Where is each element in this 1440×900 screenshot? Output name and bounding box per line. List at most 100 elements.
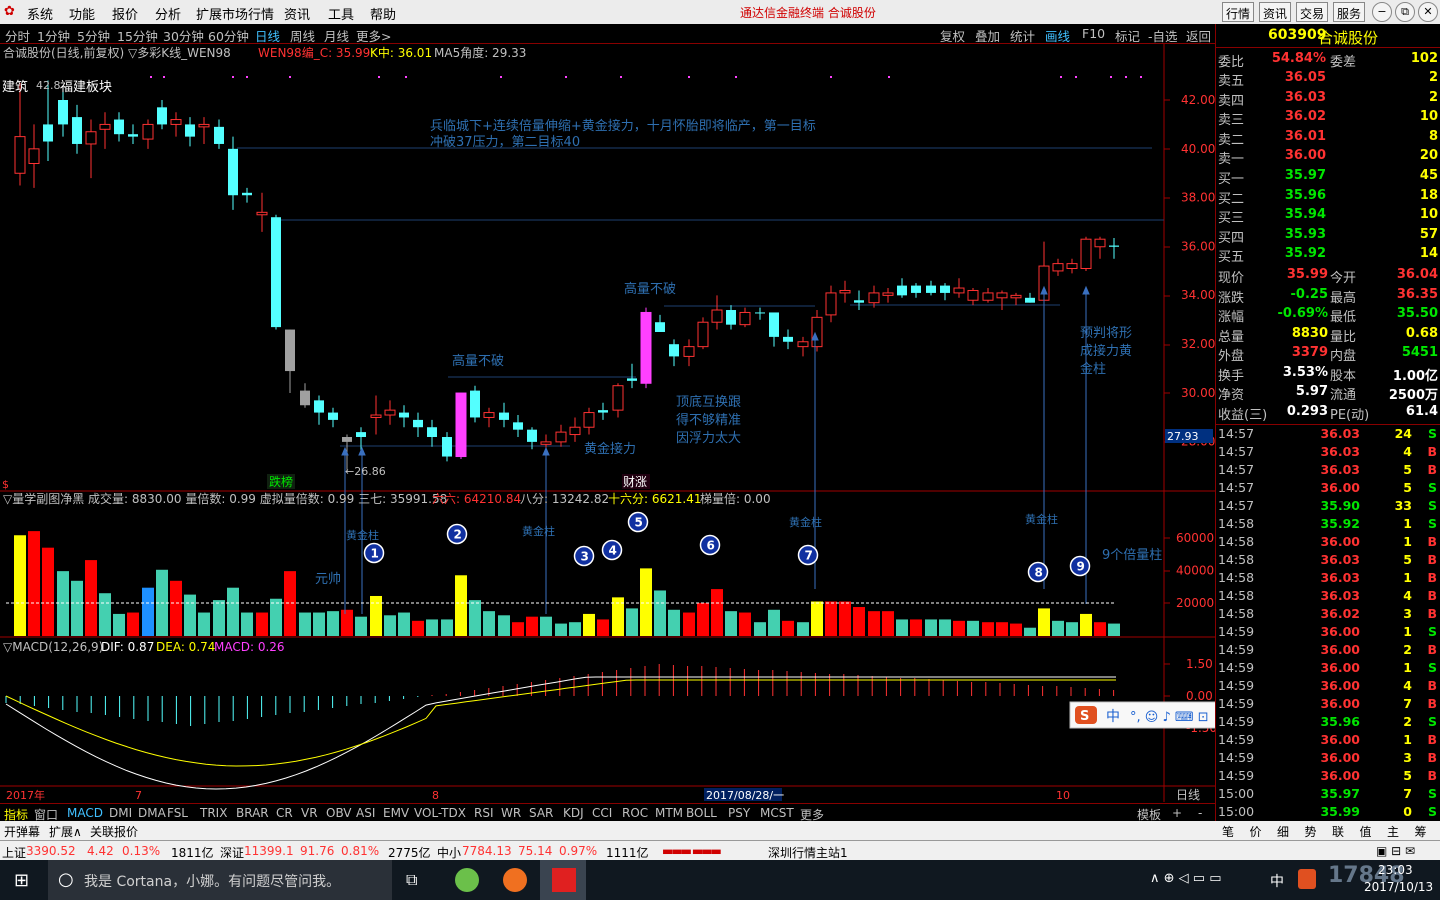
volume-bar[interactable]	[498, 615, 510, 636]
indicator-tab[interactable]: CCI	[592, 806, 612, 820]
status-icons[interactable]: ▣ ⊟ ✉	[1376, 844, 1415, 858]
ask-row[interactable]: 卖三 36.02 10	[1216, 108, 1440, 128]
windows-start-icon[interactable]: ⊞	[14, 870, 29, 891]
bid-row[interactable]: 买二 35.96 18	[1216, 187, 1440, 207]
ask-row[interactable]: 卖二 36.01 8	[1216, 128, 1440, 148]
volume-bar[interactable]	[441, 619, 453, 636]
tab-guanlian[interactable]: 关联报价	[90, 823, 138, 840]
indicator-tab[interactable]: ROC	[622, 806, 648, 820]
right-tab[interactable]: 势	[1305, 823, 1317, 840]
indicator-tab[interactable]: VR	[301, 806, 318, 820]
volume-bar[interactable]	[284, 571, 296, 636]
indicator-tab[interactable]: KDJ	[563, 806, 584, 820]
sz-index[interactable]: 11399.1	[244, 844, 294, 858]
tool-f10[interactable]: F10	[1082, 26, 1105, 41]
tick-row[interactable]: 14:57 36.03 24 S	[1216, 425, 1440, 443]
volume-bar[interactable]	[227, 587, 239, 636]
volume-bar[interactable]	[198, 612, 210, 636]
menu-news[interactable]: 资讯	[284, 4, 310, 23]
tick-row[interactable]: 14:59 36.00 7 B	[1216, 695, 1440, 713]
indicator-tab[interactable]: DMI	[109, 806, 132, 820]
tool-fanhui[interactable]: 返回	[1186, 26, 1211, 45]
period-weekly[interactable]: 周线	[290, 26, 315, 45]
kline-candle[interactable]	[470, 385, 480, 423]
volume-bar[interactable]	[327, 611, 339, 636]
menu-system[interactable]: 系统	[27, 4, 53, 23]
close-icon[interactable]: ✕	[1418, 2, 1438, 22]
tick-row[interactable]: 14:58 36.03 1 B	[1216, 569, 1440, 587]
bid-row[interactable]: 买五 35.92 14	[1216, 245, 1440, 265]
tool-fuquan[interactable]: 复权	[940, 26, 965, 45]
kline-candle[interactable]	[271, 214, 281, 330]
period-1min[interactable]: 1分钟	[37, 26, 70, 45]
volume-bar[interactable]	[299, 612, 311, 636]
volume-bar[interactable]	[127, 612, 139, 636]
tick-row[interactable]: 14:59 36.00 4 B	[1216, 677, 1440, 695]
volume-bar[interactable]	[512, 622, 524, 636]
volume-bar[interactable]	[313, 612, 325, 636]
volume-bar[interactable]	[28, 531, 40, 636]
server-name[interactable]: 深圳行情主站1	[768, 844, 848, 861]
right-tab[interactable]: 筹	[1415, 823, 1427, 840]
indicator-tab[interactable]: MACD	[67, 806, 103, 820]
tag-caizhang[interactable]: 财涨	[623, 474, 647, 489]
indicator-tab[interactable]: RSI	[474, 806, 494, 820]
kline-chart-area[interactable]: 42.0040.0038.0036.0034.0032.0030.0028.00…	[0, 44, 1215, 802]
tick-row[interactable]: 14:58 36.03 5 B	[1216, 551, 1440, 569]
volume-bar[interactable]	[555, 623, 567, 636]
volume-bar[interactable]	[455, 575, 467, 636]
volume-bar[interactable]	[1094, 622, 1106, 636]
task-view-icon[interactable]: ⧉	[406, 870, 417, 890]
volume-bar[interactable]	[370, 595, 382, 636]
app-green-icon[interactable]	[455, 868, 479, 892]
volume-bar[interactable]	[683, 612, 695, 636]
volume-bar[interactable]	[113, 613, 125, 636]
period-more[interactable]: 更多>	[356, 26, 391, 45]
indicator-tab[interactable]: OBV	[326, 806, 352, 820]
volume-bar[interactable]	[184, 594, 196, 636]
tick-row[interactable]: 14:59 36.00 3 B	[1216, 749, 1440, 767]
volume-bar[interactable]	[384, 615, 396, 636]
period-15min[interactable]: 15分钟	[117, 26, 158, 45]
tool-tongji[interactable]: 统计	[1010, 26, 1035, 45]
indicator-tab[interactable]: EMV	[383, 806, 409, 820]
volume-bar[interactable]	[142, 587, 154, 636]
volume-bar[interactable]	[398, 612, 410, 636]
volume-bar[interactable]	[355, 616, 367, 636]
volume-bar[interactable]	[654, 590, 666, 636]
indicator-tab[interactable]: MCST	[760, 806, 794, 820]
indicator-tab[interactable]: BOLL	[686, 806, 717, 820]
volume-bar[interactable]	[953, 620, 965, 636]
volume-bar[interactable]	[982, 622, 994, 636]
right-tab[interactable]: 笔	[1222, 823, 1234, 840]
tick-row[interactable]: 14:57 36.00 5 S	[1216, 479, 1440, 497]
menu-function[interactable]: 功能	[69, 4, 95, 23]
indicator-tab[interactable]: FSL	[167, 806, 188, 820]
tool-biaoji[interactable]: 标记	[1115, 26, 1140, 45]
volume-bar[interactable]	[85, 560, 97, 636]
volume-bar[interactable]	[711, 589, 723, 636]
indicator-tab[interactable]: SAR	[529, 806, 553, 820]
bid-row[interactable]: 买四 35.93 57	[1216, 226, 1440, 246]
btn-hangqing[interactable]: 行情	[1222, 2, 1255, 22]
tick-row[interactable]: 14:59 36.00 1 S	[1216, 659, 1440, 677]
volume-bar[interactable]	[839, 601, 851, 637]
right-tab[interactable]: 价	[1250, 823, 1262, 840]
volume-bar[interactable]	[996, 622, 1008, 636]
volume-bar[interactable]	[1038, 608, 1050, 636]
bid-row[interactable]: 买一 35.97 45	[1216, 167, 1440, 187]
volume-bar[interactable]	[14, 535, 26, 636]
tick-row[interactable]: 14:59 36.00 2 B	[1216, 641, 1440, 659]
tab-danmu[interactable]: 开弹幕	[4, 823, 40, 840]
tag-dieban[interactable]: 跌榜	[269, 474, 293, 489]
volume-bar[interactable]	[640, 568, 652, 636]
right-tab[interactable]: 细	[1277, 823, 1289, 840]
volume-bar[interactable]	[882, 611, 894, 636]
menu-tools[interactable]: 工具	[328, 4, 354, 23]
kline-candle[interactable]	[455, 392, 467, 459]
kline-candle[interactable]	[1080, 236, 1092, 271]
period-60min[interactable]: 60分钟	[208, 26, 249, 45]
volume-bar[interactable]	[825, 601, 837, 637]
volume-bar[interactable]	[782, 620, 794, 636]
sh-index[interactable]: 3390.52	[26, 844, 76, 858]
